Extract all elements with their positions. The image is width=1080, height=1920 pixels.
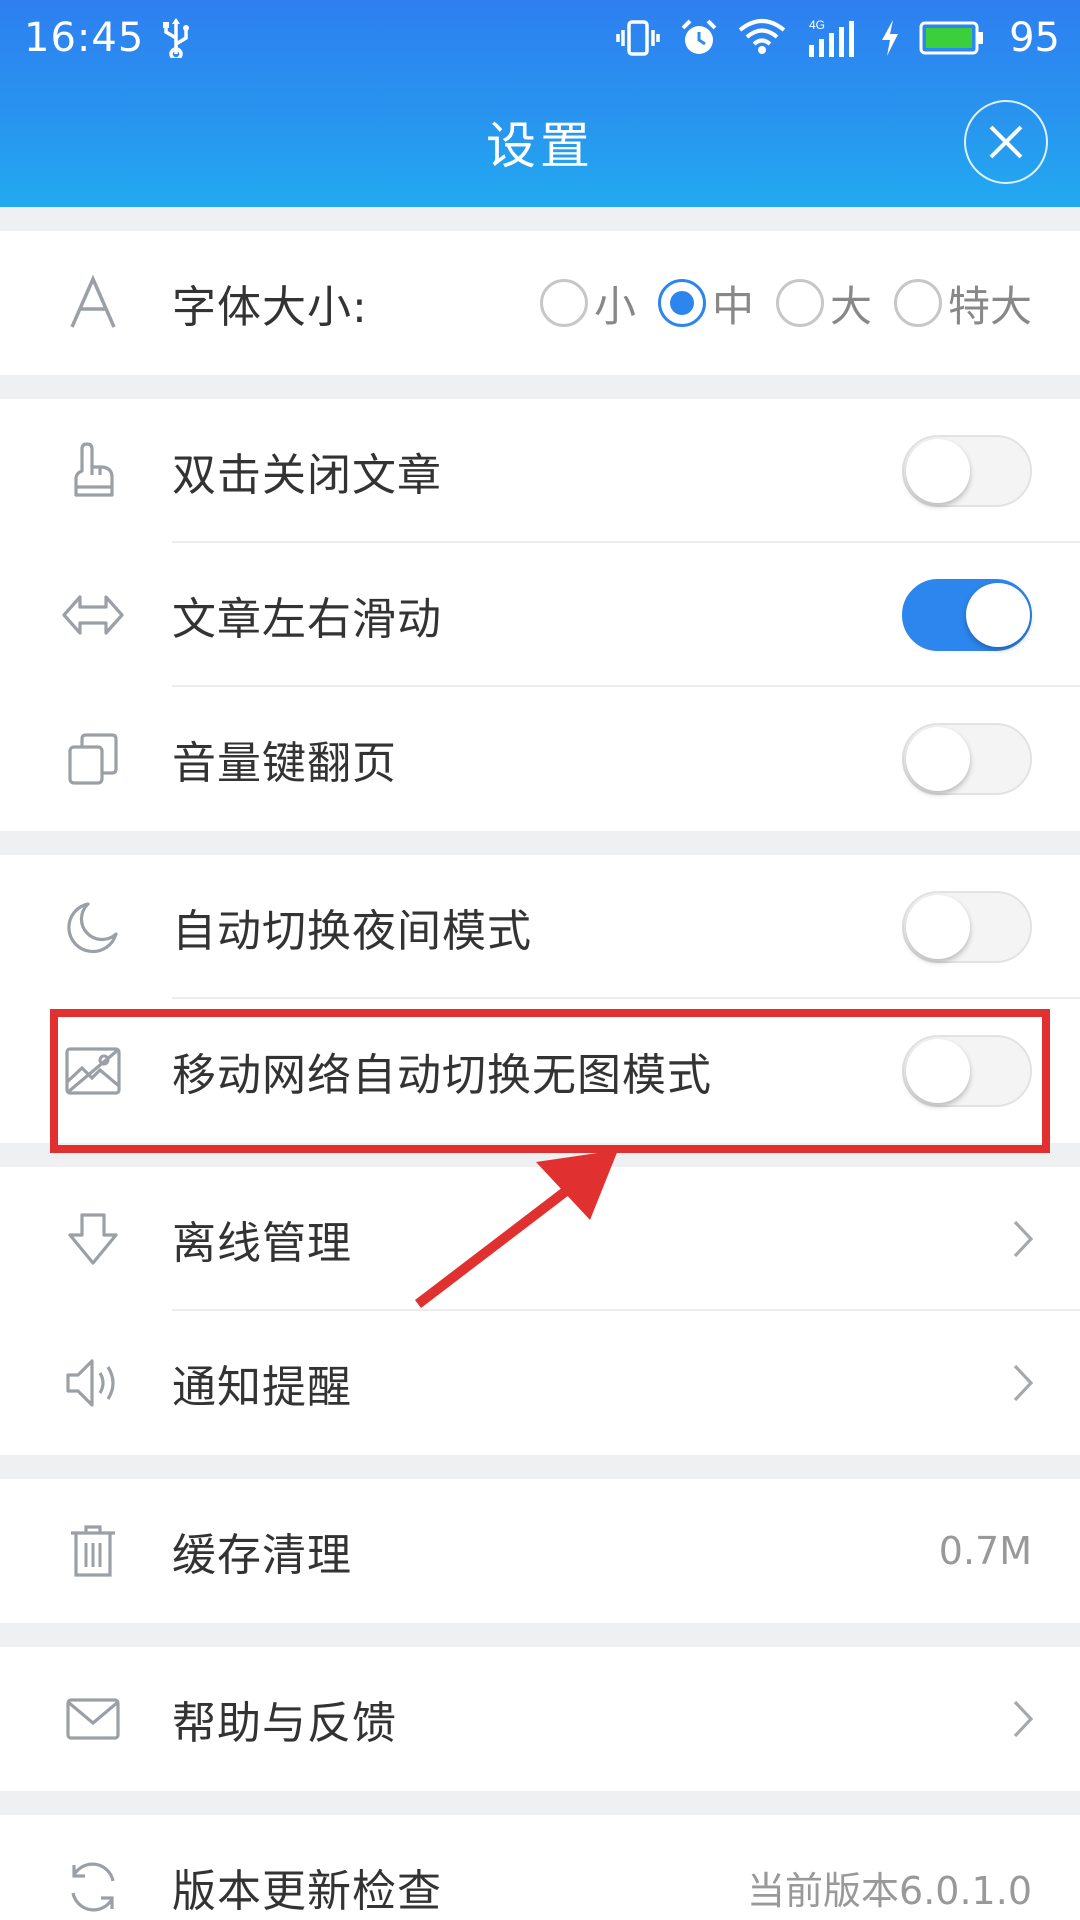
cache-clear-row[interactable]: 缓存清理 0.7M [0,1479,1080,1623]
swipe-article-toggle[interactable] [902,579,1032,651]
notification-row[interactable]: 通知提醒 [0,1311,1080,1455]
status-bar: 16:45 4G 95 [0,0,1080,76]
close-button[interactable] [964,100,1048,184]
battery-level: 95 [1009,15,1060,61]
usb-icon [162,18,190,58]
double-tap-close-toggle[interactable] [902,435,1032,507]
swipe-article-label: 文章左右滑动 [172,594,442,645]
current-version-value: 当前版本6.0.1.0 [747,1868,1032,1913]
status-time: 16:45 [24,15,145,61]
offline-manage-row[interactable]: 离线管理 [0,1167,1080,1311]
notification-label: 通知提醒 [172,1362,352,1413]
settings-group-reading: 双击关闭文章 文章左右滑动 音量键翻页 [0,399,1080,831]
settings-group-font: 字体大小: 小 中 大 特大 [0,231,1080,375]
settings-group-cache: 缓存清理 0.7M [0,1479,1080,1623]
battery-icon [919,20,985,56]
chevron-right-icon [1012,1167,1034,1311]
update-check-row[interactable]: 版本更新检查 当前版本6.0.1.0 [0,1815,1080,1920]
auto-night-mode-label: 自动切换夜间模式 [172,906,532,957]
font-size-option-small[interactable]: 小 [539,273,636,334]
speaker-icon [58,1311,128,1455]
toggle-knob [906,727,970,791]
volume-key-page-label: 音量键翻页 [172,738,397,789]
auto-night-mode-row[interactable]: 自动切换夜间模式 [0,855,1080,999]
highlight-box [50,1009,1050,1153]
radio-button-selected [657,279,706,327]
cache-clear-label: 缓存清理 [172,1530,352,1581]
settings-group-help: 帮助与反馈 [0,1647,1080,1791]
settings-group-offline: 离线管理 通知提醒 [0,1167,1080,1455]
radio-button [539,279,588,327]
page-title: 设置 [486,116,594,175]
mail-icon [58,1647,128,1791]
double-tap-close-row[interactable]: 双击关闭文章 [0,399,1080,543]
double-tap-close-label: 双击关闭文章 [172,450,442,501]
auto-night-mode-toggle[interactable] [902,891,1032,963]
font-size-option-medium[interactable]: 中 [657,273,754,334]
finger-tap-icon [58,399,128,543]
download-arrow-icon [58,1167,128,1311]
title-bar: 设置 [0,76,1080,207]
swipe-arrows-icon [58,543,128,687]
toggle-knob [906,895,970,959]
close-icon [989,125,1023,159]
volume-key-page-toggle[interactable] [902,723,1032,795]
refresh-icon [58,1815,128,1920]
font-size-option-large[interactable]: 大 [775,273,872,334]
charging-icon [879,18,901,58]
signal-icon: 4G [805,17,861,59]
font-size-options: 小 中 大 特大 [539,273,1032,334]
toggle-knob [966,583,1030,647]
font-size-icon [58,231,128,375]
wifi-icon [737,18,787,58]
radio-button [893,279,942,327]
swipe-article-row[interactable]: 文章左右滑动 [0,543,1080,687]
vibrate-icon [615,18,661,58]
chevron-right-icon [1012,1647,1034,1791]
help-feedback-label: 帮助与反馈 [172,1698,397,1749]
moon-icon [58,855,128,999]
alarm-icon [679,18,719,58]
trash-icon [58,1479,128,1623]
svg-text:4G: 4G [809,18,825,32]
cache-size-value: 0.7M [938,1529,1032,1573]
update-check-label: 版本更新检查 [172,1866,442,1917]
copy-pages-icon [58,687,128,831]
radio-button [775,279,824,327]
font-size-row: 字体大小: 小 中 大 特大 [0,231,1080,375]
offline-manage-label: 离线管理 [172,1218,352,1269]
font-size-label: 字体大小: [172,282,368,333]
help-feedback-row[interactable]: 帮助与反馈 [0,1647,1080,1791]
app-header: 16:45 4G 95 设置 [0,0,1080,207]
font-size-option-xlarge[interactable]: 特大 [893,273,1032,334]
volume-key-page-row[interactable]: 音量键翻页 [0,687,1080,831]
chevron-right-icon [1012,1311,1034,1455]
settings-group-update: 版本更新检查 当前版本6.0.1.0 [0,1815,1080,1920]
toggle-knob [906,439,970,503]
